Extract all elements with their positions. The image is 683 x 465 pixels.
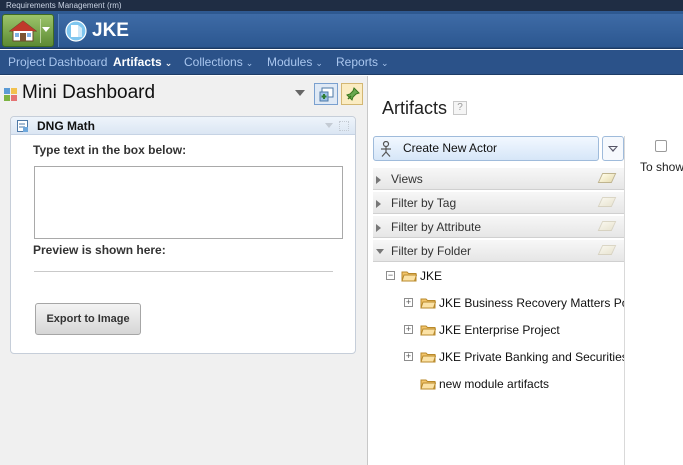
pin-icon xyxy=(346,87,360,101)
artifacts-panel: Artifacts ? Create New Actor Views Filte… xyxy=(369,76,683,465)
actor-icon xyxy=(381,141,391,157)
tree-item-root[interactable]: JKE xyxy=(420,266,442,286)
chevron-down-icon: ⌄ xyxy=(381,58,389,68)
add-widget-button[interactable] xyxy=(314,83,338,105)
export-to-image-button[interactable]: Export to Image xyxy=(35,303,141,335)
nav-reports[interactable]: Reports ⌄ xyxy=(336,50,389,75)
expand-toggle[interactable]: + xyxy=(404,352,413,361)
nav-label: Reports xyxy=(336,55,379,69)
add-widget-icon xyxy=(319,87,334,102)
help-icon[interactable]: ? xyxy=(453,101,467,115)
eraser-icon[interactable] xyxy=(597,245,617,255)
nav-modules[interactable]: Modules ⌄ xyxy=(267,50,323,75)
folder-icon xyxy=(420,298,436,309)
chevron-down-icon: ⌄ xyxy=(164,58,173,68)
home-icon xyxy=(9,20,37,42)
widget-header: DNG Math xyxy=(11,117,355,135)
create-new-actor-label: Create New Actor xyxy=(403,141,498,155)
collapse-icon[interactable] xyxy=(295,90,305,96)
section-filter-by-folder[interactable]: Filter by Folder xyxy=(373,239,624,262)
eraser-icon[interactable] xyxy=(597,221,617,231)
project-header: JKE xyxy=(0,11,683,49)
chevron-down-icon: ⌄ xyxy=(245,58,254,68)
preview-label: Preview is shown here: xyxy=(33,243,166,257)
section-label: Filter by Folder xyxy=(391,244,472,258)
folder-open-icon xyxy=(401,271,417,282)
chevron-down-icon[interactable] xyxy=(42,27,50,32)
nav-label: Modules xyxy=(267,55,313,69)
nav-collections[interactable]: Collections ⌄ xyxy=(184,50,253,75)
chevron-down-icon xyxy=(608,146,618,152)
eraser-icon[interactable] xyxy=(597,197,617,207)
project-icon xyxy=(65,20,87,42)
folder-icon xyxy=(420,352,436,363)
project-switcher[interactable]: JKE xyxy=(58,14,683,47)
section-label: Filter by Attribute xyxy=(391,220,482,234)
pin-button[interactable] xyxy=(341,83,363,105)
tree-item[interactable]: JKE Enterprise Project xyxy=(439,320,560,340)
math-widget-icon xyxy=(17,120,28,132)
folder-label: JKE Business Recovery Matters Portfolio xyxy=(439,296,625,310)
math-text-input[interactable] xyxy=(34,166,343,239)
chevron-down-icon: ⌄ xyxy=(315,58,323,68)
collapse-icon xyxy=(376,249,384,254)
section-label: Filter by Tag xyxy=(391,196,457,210)
folder-label: JKE Enterprise Project xyxy=(439,323,560,337)
dashboard-grid-icon xyxy=(4,88,17,101)
artifacts-title: Artifacts xyxy=(382,98,448,118)
tree-item[interactable]: new module artifacts xyxy=(439,374,549,394)
expand-toggle[interactable]: + xyxy=(404,325,413,334)
folder-tree: − JKE + JKE Business Recovery Matters Po… xyxy=(369,266,625,396)
empty-results-text: To show xyxy=(640,160,683,174)
mini-dashboard-panel: Mini Dashboard DNG Math Type text in the… xyxy=(0,76,368,465)
folder-icon xyxy=(420,379,436,390)
section-filter-by-attribute[interactable]: Filter by Attribute xyxy=(373,215,624,238)
main-nav: Project Dashboard Artifacts ⌄ Collections… xyxy=(0,50,683,75)
nav-label: Collections xyxy=(184,55,243,69)
expand-icon xyxy=(376,176,381,184)
tree-item[interactable]: JKE Private Banking and Securities Proje… xyxy=(439,347,625,367)
expand-toggle[interactable]: + xyxy=(404,298,413,307)
nav-project-dashboard[interactable]: Project Dashboard xyxy=(8,50,107,75)
input-label: Type text in the box below: xyxy=(33,143,187,157)
app-title-bar: Requirements Management (rm) xyxy=(0,0,683,11)
home-menu-separator xyxy=(40,19,41,43)
mini-dashboard-title: Mini Dashboard xyxy=(22,82,156,103)
home-menu-button[interactable] xyxy=(2,14,54,47)
collapse-toggle[interactable]: − xyxy=(386,271,395,280)
tree-item[interactable]: JKE Business Recovery Matters Portfolio xyxy=(439,293,625,313)
maximize-icon[interactable] xyxy=(339,121,349,131)
eraser-icon[interactable] xyxy=(597,173,617,183)
widget-menu-icon[interactable] xyxy=(325,123,333,128)
app-title: Requirements Management (rm) xyxy=(6,1,122,10)
folder-label: JKE Private Banking and Securities Proje… xyxy=(439,350,625,364)
section-filter-by-tag[interactable]: Filter by Tag xyxy=(373,191,624,214)
nav-label: Project Dashboard xyxy=(8,55,108,69)
nav-artifacts[interactable]: Artifacts ⌄ xyxy=(113,50,172,75)
folder-icon xyxy=(420,325,436,336)
select-all-checkbox[interactable] xyxy=(655,140,667,152)
column-separator xyxy=(624,136,625,465)
folder-label: JKE xyxy=(420,269,443,283)
dng-math-widget: DNG Math Type text in the box below: Pre… xyxy=(10,116,356,354)
section-views[interactable]: Views xyxy=(373,167,624,190)
expand-icon xyxy=(376,224,381,232)
preview-area xyxy=(34,271,333,272)
widget-title: DNG Math xyxy=(37,119,95,133)
create-dropdown-button[interactable] xyxy=(602,136,624,161)
section-label: Views xyxy=(391,172,423,186)
folder-label: new module artifacts xyxy=(439,377,550,391)
nav-label: Artifacts xyxy=(113,55,162,69)
create-new-actor-button[interactable]: Create New Actor xyxy=(373,136,599,161)
project-name: JKE xyxy=(92,20,129,41)
expand-icon xyxy=(376,200,381,208)
